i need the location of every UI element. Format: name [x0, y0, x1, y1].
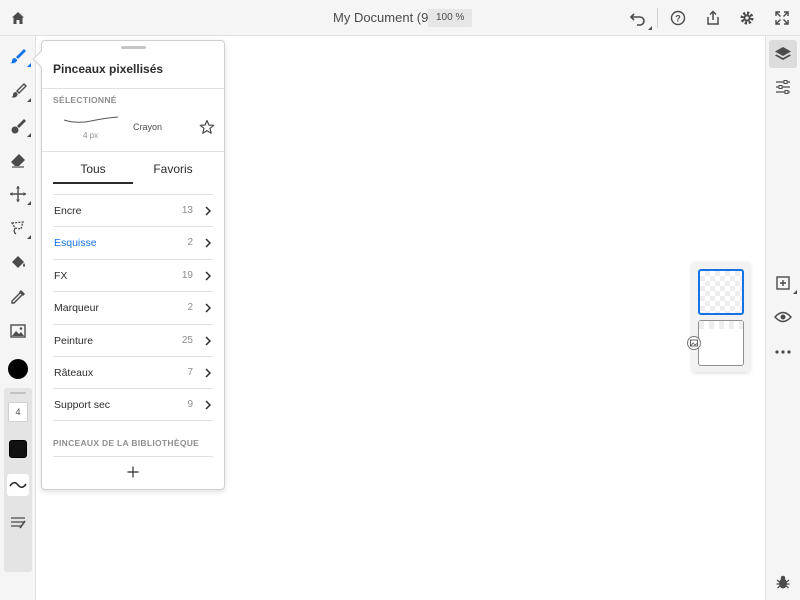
eraser-icon[interactable] [6, 148, 30, 172]
add-layer-icon[interactable] [771, 271, 797, 295]
stroke-style-icon[interactable] [7, 474, 29, 496]
category-count: 9 [187, 399, 193, 411]
layer-thumbnails [687, 262, 750, 372]
tab-tous[interactable]: Tous [53, 154, 133, 184]
bug-icon[interactable] [771, 570, 795, 594]
chevron-right-icon [203, 270, 213, 282]
chevron-right-icon [203, 335, 213, 347]
list-item[interactable]: Encre 13 [53, 194, 213, 226]
undo-icon[interactable] [626, 6, 652, 30]
category-count: 2 [187, 237, 193, 249]
lasso-icon[interactable] [6, 216, 31, 240]
adjustments-icon[interactable] [771, 75, 795, 99]
right-toolbar [765, 36, 800, 600]
topbar-divider [657, 8, 658, 28]
category-label: Esquisse [54, 237, 97, 250]
eyedropper-icon[interactable] [6, 285, 30, 309]
brush-stroke-preview [63, 116, 119, 123]
layer-thumbnail-selected[interactable] [698, 269, 744, 315]
left-toolbar: 4 [0, 36, 36, 600]
background-image-icon[interactable] [687, 336, 701, 350]
category-label: Peinture [54, 334, 94, 347]
brush-popover: Pinceaux pixellisés SÉLECTIONNÉ 4 px Cra… [32, 40, 225, 490]
more-icon[interactable] [771, 340, 795, 364]
category-count: 13 [181, 205, 193, 216]
category-count: 19 [181, 269, 193, 281]
divider [42, 151, 224, 152]
category-label: Marqueur [54, 302, 99, 315]
category-count: 7 [187, 366, 193, 378]
home-icon[interactable] [6, 6, 30, 30]
selected-brush-size: 4 px [83, 131, 99, 140]
visibility-icon[interactable] [771, 305, 795, 329]
popover-title: Pinceaux pixellisés [53, 62, 164, 76]
chevron-right-icon [203, 399, 213, 411]
color-picker[interactable] [8, 359, 28, 379]
share-icon[interactable] [701, 6, 725, 30]
list-item[interactable]: Esquisse 2 [53, 226, 213, 258]
chevron-right-icon [203, 205, 213, 217]
selected-section-label: SÉLECTIONNÉ [53, 95, 117, 105]
category-label: Support sec [54, 399, 111, 412]
chevron-right-icon [203, 367, 213, 379]
list-item[interactable]: FX 19 [53, 258, 213, 291]
mixer-brush-icon[interactable] [6, 79, 31, 103]
chevron-right-icon [203, 302, 213, 314]
category-count: 2 [187, 302, 193, 314]
layer-thumbnail-background[interactable] [698, 320, 744, 366]
svg-text:?: ? [675, 14, 681, 24]
category-label: Râteaux [54, 366, 94, 379]
brush-color-swatch[interactable] [9, 440, 27, 458]
help-icon[interactable]: ? [666, 6, 690, 30]
tab-favoris[interactable]: Favoris [133, 154, 213, 184]
brush-icon[interactable] [6, 44, 31, 68]
smudge-icon[interactable] [6, 114, 31, 138]
divider [53, 456, 213, 457]
favorite-star-icon[interactable] [197, 117, 217, 137]
library-section-label: PINCEAUX DE LA BIBLIOTHÈQUE [53, 438, 200, 448]
move-icon[interactable] [6, 182, 31, 206]
divider [42, 88, 224, 89]
brush-settings-icon[interactable] [8, 512, 28, 532]
brush-size-control[interactable]: 4 [8, 402, 28, 422]
brush-tabs: Tous Favoris [53, 154, 213, 184]
layers-icon[interactable] [769, 40, 797, 68]
top-bar: My Document (9) 100 % ? [0, 0, 800, 36]
popover-drag-handle[interactable] [121, 46, 146, 49]
selected-brush[interactable]: 4 px Crayon [53, 113, 215, 143]
list-item[interactable]: Marqueur 2 [53, 291, 213, 323]
selected-brush-name: Crayon [133, 122, 163, 132]
list-item[interactable]: Peinture 25 [53, 323, 213, 356]
brush-category-list: Encre 13 Esquisse 2 FX 19 Marqueur 2 Pei… [53, 194, 213, 421]
document-title[interactable]: My Document (9) [333, 10, 433, 25]
brush-settings-group: 4 [4, 388, 32, 572]
settings-icon[interactable] [735, 6, 759, 30]
category-label: FX [54, 269, 68, 282]
zoom-level[interactable]: 100 % [428, 9, 473, 27]
add-brush-button[interactable] [124, 463, 142, 481]
fill-icon[interactable] [6, 251, 30, 275]
list-item[interactable]: Support sec 9 [53, 388, 213, 421]
category-count: 25 [181, 334, 193, 346]
chevron-right-icon [203, 237, 213, 249]
group-grip[interactable] [10, 392, 26, 394]
list-item[interactable]: Râteaux 7 [53, 355, 213, 388]
fullscreen-icon[interactable] [770, 6, 794, 30]
image-icon[interactable] [6, 319, 30, 343]
category-label: Encre [54, 205, 82, 217]
